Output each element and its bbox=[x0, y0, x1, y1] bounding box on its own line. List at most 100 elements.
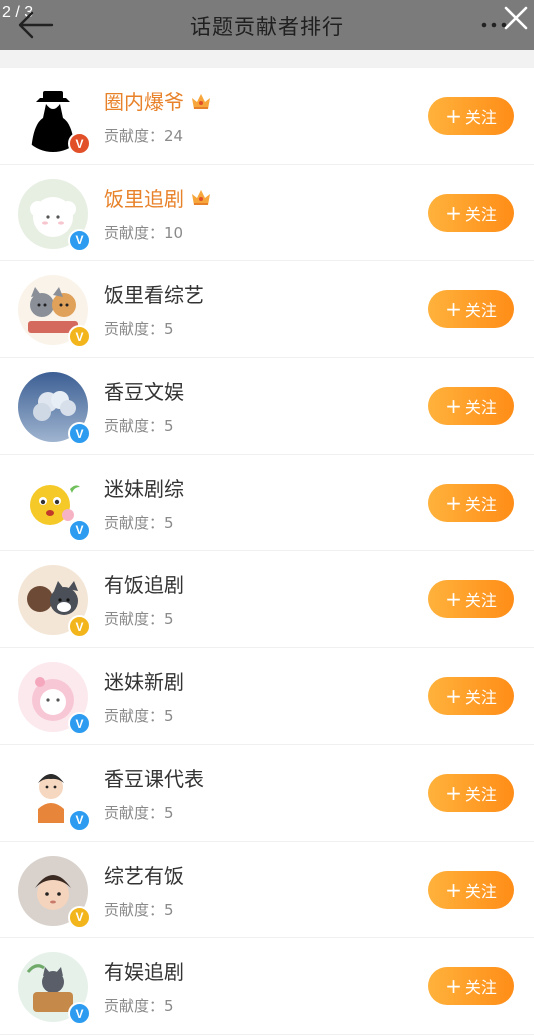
follow-button-label: 关注 bbox=[464, 301, 497, 321]
verified-badge-icon: V bbox=[68, 228, 91, 252]
plus-icon: + bbox=[445, 297, 462, 322]
page-title: 话题贡献者排行 bbox=[190, 15, 344, 39]
contributor-row[interactable]: V 圈内爆爷 贡献度：24 + 关注 bbox=[0, 68, 534, 165]
contributor-name-group[interactable]: 圈内爆爷 bbox=[104, 86, 212, 115]
follow-button[interactable]: + 关注 bbox=[428, 967, 514, 1006]
crown-icon bbox=[192, 190, 210, 206]
contributor-name[interactable]: 饭里追剧 bbox=[104, 183, 184, 212]
contribution-score: 贡献度：5 bbox=[104, 997, 174, 1016]
contributor-name-group[interactable]: 饭里追剧 bbox=[104, 183, 212, 212]
verified-badge-icon: V bbox=[68, 422, 91, 446]
contributor-name-group[interactable]: 有娱追剧 bbox=[104, 956, 184, 985]
verified-badge-icon: V bbox=[68, 905, 91, 929]
follow-button[interactable]: + 关注 bbox=[428, 290, 514, 329]
verified-badge-letter: V bbox=[75, 910, 84, 924]
contributor-name[interactable]: 香豆文娱 bbox=[104, 376, 184, 405]
plus-icon: + bbox=[445, 490, 462, 515]
contributor-row[interactable]: V 香豆文娱 贡献度：5 + 关注 bbox=[0, 358, 534, 455]
avatar-container[interactable]: V bbox=[18, 758, 91, 832]
close-icon[interactable] bbox=[503, 5, 529, 31]
contributor-row[interactable]: V 有饭追剧 贡献度：5 + 关注 bbox=[0, 551, 534, 649]
contribution-score: 贡献度：5 bbox=[104, 900, 174, 919]
contributor-row[interactable]: V 迷妹剧综 贡献度：5 + 关注 bbox=[0, 455, 534, 552]
follow-button[interactable]: + 关注 bbox=[428, 387, 514, 426]
contributor-name[interactable]: 迷妹剧综 bbox=[104, 473, 184, 502]
follow-button[interactable]: + 关注 bbox=[428, 97, 514, 135]
verified-badge-icon: V bbox=[68, 615, 91, 639]
avatar-container[interactable]: V bbox=[18, 178, 91, 252]
contributor-name-group[interactable]: 香豆文娱 bbox=[104, 376, 184, 405]
contributor-row[interactable]: V 综艺有饭 贡献度：5 + 关注 bbox=[0, 842, 534, 939]
plus-icon: + bbox=[445, 587, 462, 612]
contributor-name[interactable]: 有娱追剧 bbox=[104, 956, 184, 985]
plus-icon: + bbox=[445, 684, 462, 709]
section-divider bbox=[0, 50, 534, 68]
verified-badge-icon: V bbox=[68, 325, 91, 349]
follow-button[interactable]: + 关注 bbox=[428, 870, 514, 909]
verified-badge-icon: V bbox=[68, 808, 91, 832]
plus-icon: + bbox=[445, 877, 462, 902]
contributor-name-group[interactable]: 综艺有饭 bbox=[104, 860, 184, 889]
avatar-container[interactable]: V bbox=[18, 952, 91, 1026]
contributor-row[interactable]: V 迷妹新剧 贡献度：5 + 关注 bbox=[0, 648, 534, 745]
follow-button[interactable]: + 关注 bbox=[428, 677, 514, 716]
contributor-row[interactable]: V 饭里看综艺 贡献度：5 + 关注 bbox=[0, 261, 534, 359]
verified-badge-letter: V bbox=[75, 813, 84, 828]
follow-button[interactable]: + 关注 bbox=[428, 580, 514, 619]
avatar-container[interactable]: V bbox=[18, 468, 91, 542]
avatar-container[interactable]: V bbox=[18, 565, 91, 639]
contribution-score: 贡献度：5 bbox=[104, 707, 174, 726]
plus-icon: + bbox=[445, 780, 462, 805]
follow-button-label: 关注 bbox=[464, 688, 497, 708]
verified-badge-icon: V bbox=[68, 1002, 91, 1026]
verified-badge-letter: V bbox=[75, 523, 84, 538]
contributor-row[interactable]: V 有娱追剧 贡献度：5 + 关注 bbox=[0, 938, 534, 1035]
verified-badge-icon: V bbox=[68, 712, 91, 736]
contributor-row[interactable]: V 饭里追剧 贡献度：10 + 关注 bbox=[0, 165, 534, 262]
contributor-name-group[interactable]: 香豆课代表 bbox=[104, 763, 204, 792]
avatar-container[interactable]: V bbox=[18, 82, 91, 155]
follow-button-label: 关注 bbox=[464, 881, 497, 901]
follow-button-label: 关注 bbox=[464, 398, 497, 418]
contributor-name[interactable]: 有饭追剧 bbox=[104, 569, 184, 598]
contribution-score: 贡献度：5 bbox=[104, 610, 174, 629]
verified-badge-icon: V bbox=[68, 132, 91, 155]
follow-button-label: 关注 bbox=[464, 784, 497, 804]
follow-button[interactable]: + 关注 bbox=[428, 483, 514, 522]
verified-badge-letter: V bbox=[75, 329, 84, 344]
contributor-row[interactable]: V 香豆课代表 贡献度：5 + 关注 bbox=[0, 745, 534, 842]
plus-icon: + bbox=[445, 394, 462, 419]
contributor-name[interactable]: 迷妹新剧 bbox=[104, 666, 184, 695]
verified-badge-letter: V bbox=[75, 426, 84, 441]
crown-icon bbox=[192, 93, 210, 109]
avatar-container[interactable]: V bbox=[18, 275, 91, 349]
top-bar: 2 / 3 话题贡献者排行 bbox=[0, 0, 534, 50]
follow-button[interactable]: + 关注 bbox=[428, 193, 514, 232]
contribution-score: 贡献度：10 bbox=[104, 223, 184, 242]
verified-badge-letter: V bbox=[75, 136, 84, 151]
contributor-name[interactable]: 综艺有饭 bbox=[104, 860, 184, 889]
contribution-score: 贡献度：5 bbox=[104, 513, 174, 532]
contributor-name-group[interactable]: 迷妹剧综 bbox=[104, 473, 184, 502]
avatar-container[interactable]: V bbox=[18, 662, 91, 736]
follow-button-label: 关注 bbox=[464, 204, 497, 224]
contributor-name-group[interactable]: 有饭追剧 bbox=[104, 569, 184, 598]
contributor-name[interactable]: 圈内爆爷 bbox=[104, 86, 184, 115]
plus-icon: + bbox=[445, 974, 462, 999]
contributor-name[interactable]: 香豆课代表 bbox=[104, 763, 204, 792]
follow-button-label: 关注 bbox=[464, 978, 497, 998]
avatar-container[interactable]: V bbox=[18, 855, 91, 929]
avatar-container[interactable]: V bbox=[18, 372, 91, 446]
verified-badge-letter: V bbox=[75, 619, 84, 634]
contributor-name-group[interactable]: 迷妹新剧 bbox=[104, 666, 184, 695]
contribution-score: 贡献度：5 bbox=[104, 417, 174, 436]
contributor-name-group[interactable]: 饭里看综艺 bbox=[104, 279, 204, 308]
contribution-score: 贡献度：5 bbox=[104, 320, 174, 339]
verified-badge-letter: V bbox=[75, 1006, 84, 1021]
follow-button-label: 关注 bbox=[464, 591, 497, 611]
follow-button[interactable]: + 关注 bbox=[428, 773, 514, 812]
contribution-score: 贡献度：24 bbox=[104, 127, 184, 145]
contribution-score: 贡献度：5 bbox=[104, 803, 174, 822]
contributor-name[interactable]: 饭里看综艺 bbox=[104, 279, 204, 308]
follow-button-label: 关注 bbox=[464, 108, 497, 127]
